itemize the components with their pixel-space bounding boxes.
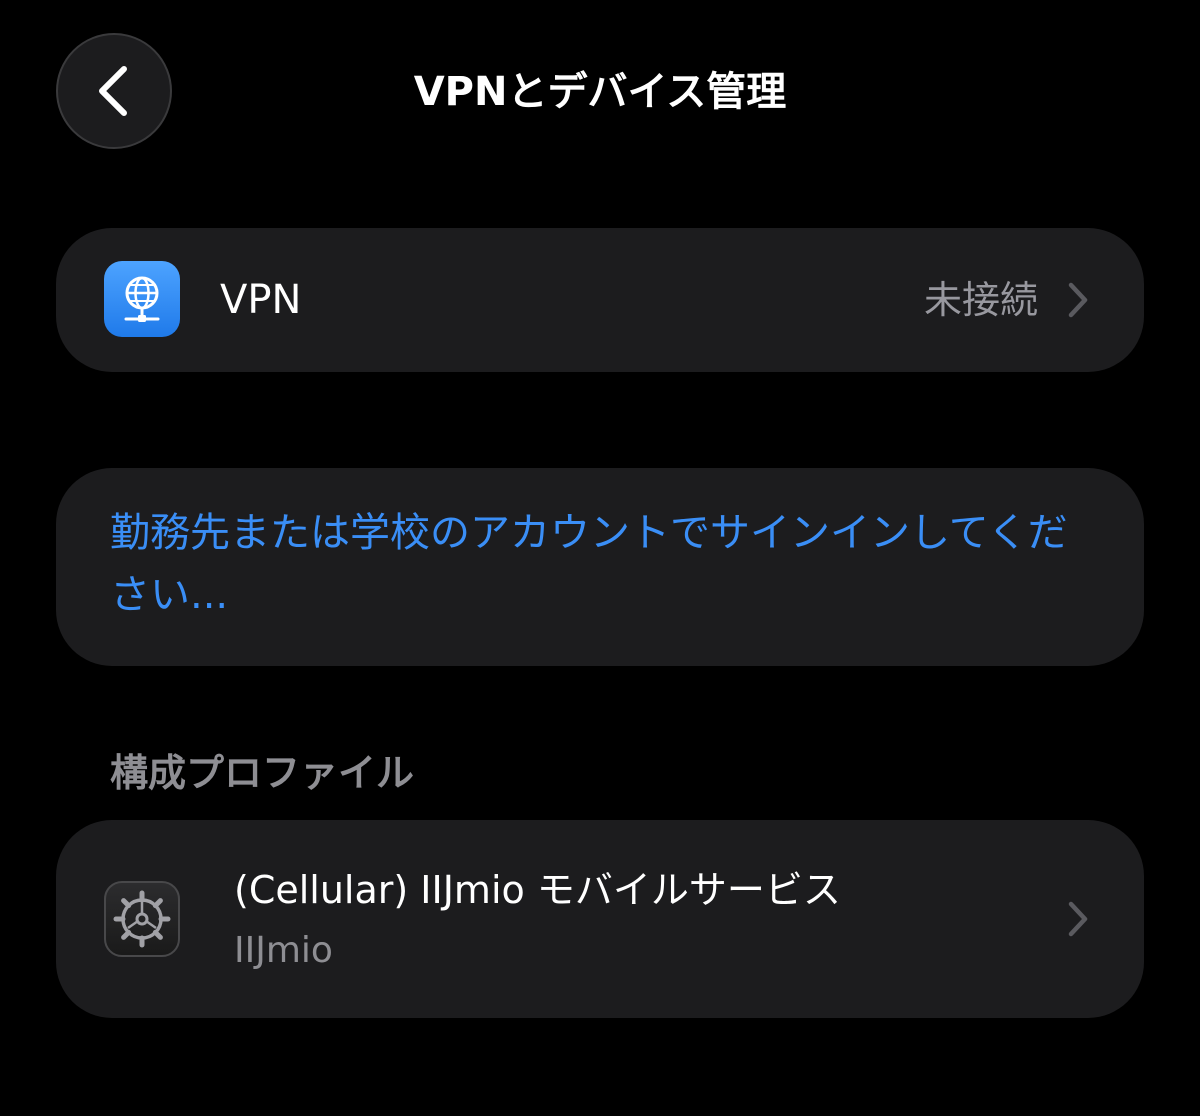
gear-icon — [104, 881, 180, 957]
signin-card: 勤務先または学校のアカウントでサインインしてください... — [56, 468, 1144, 666]
signin-link[interactable]: 勤務先または学校のアカウントでサインインしてください... — [110, 502, 1090, 626]
profile-row[interactable]: (Cellular) IIJmio モバイルサービス IIJmio — [56, 820, 1144, 1018]
vpn-row[interactable]: VPN 未接続 — [56, 228, 1144, 372]
chevron-right-icon — [1068, 901, 1088, 937]
profile-organization: IIJmio — [234, 930, 333, 971]
globe-network-icon — [104, 261, 180, 337]
vpn-label: VPN — [220, 277, 302, 323]
page-title: VPNとデバイス管理 — [413, 69, 787, 115]
section-header-profiles: 構成プロファイル — [110, 751, 415, 795]
chevron-right-icon — [1068, 282, 1088, 318]
vpn-status: 未接続 — [923, 278, 1038, 322]
profile-name: (Cellular) IIJmio モバイルサービス — [234, 868, 841, 912]
